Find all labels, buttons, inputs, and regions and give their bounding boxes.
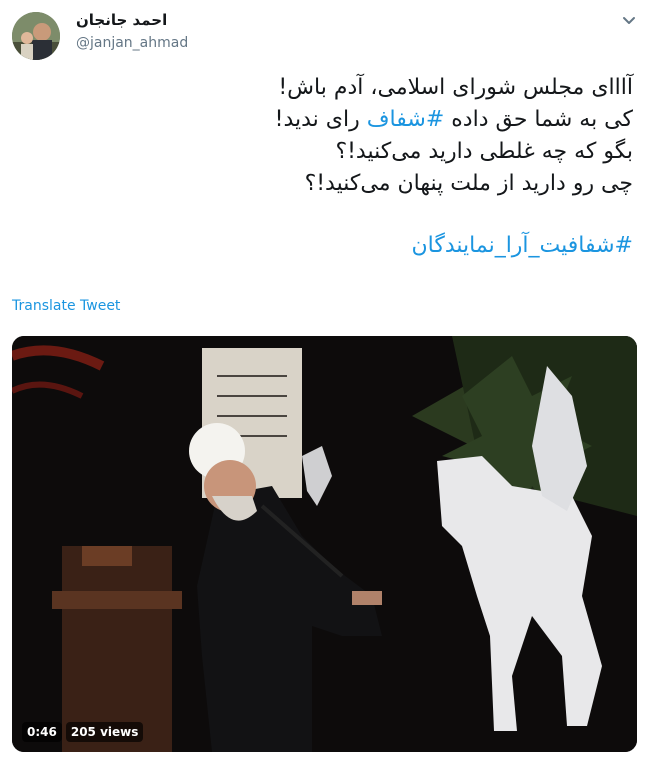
video-thumbnail	[12, 336, 637, 752]
translate-tweet-link[interactable]: Translate Tweet	[12, 298, 120, 314]
tweet-line-3: بگو که چه غلطی دارید می‌کنید!؟	[335, 139, 633, 164]
tweet-line-2: کی به شما حق داده #شفاف رای ندید!	[33, 104, 633, 136]
tweet-line-2-start: کی به شما حق داده	[444, 107, 633, 132]
hashtag-link-transparency[interactable]: #شفافیت_آرا_نمایندگان	[33, 230, 634, 262]
avatar[interactable]	[12, 12, 60, 60]
tweet-line-1: آااای مجلس شورای اسلامی، آدم باش!	[278, 75, 633, 100]
author-name[interactable]: احمد جانجان	[76, 11, 167, 29]
tweet-line-2-end: رای ندید!	[274, 107, 367, 132]
video-duration: 0:46	[22, 722, 62, 742]
tweet-line-4: چی رو دارید از ملت پنهان می‌کنید!؟	[304, 171, 633, 196]
author-handle[interactable]: @janjan_ahmad	[76, 35, 188, 51]
hashtag-link-shafaf[interactable]: #شفاف	[367, 107, 445, 132]
video-views: 205 views	[65, 722, 144, 742]
tweet-text: آااای مجلس شورای اسلامی، آدم باش! کی به …	[33, 72, 633, 262]
chevron-down-icon[interactable]	[620, 12, 638, 30]
video-player[interactable]: 0:46 205 views	[12, 336, 637, 752]
